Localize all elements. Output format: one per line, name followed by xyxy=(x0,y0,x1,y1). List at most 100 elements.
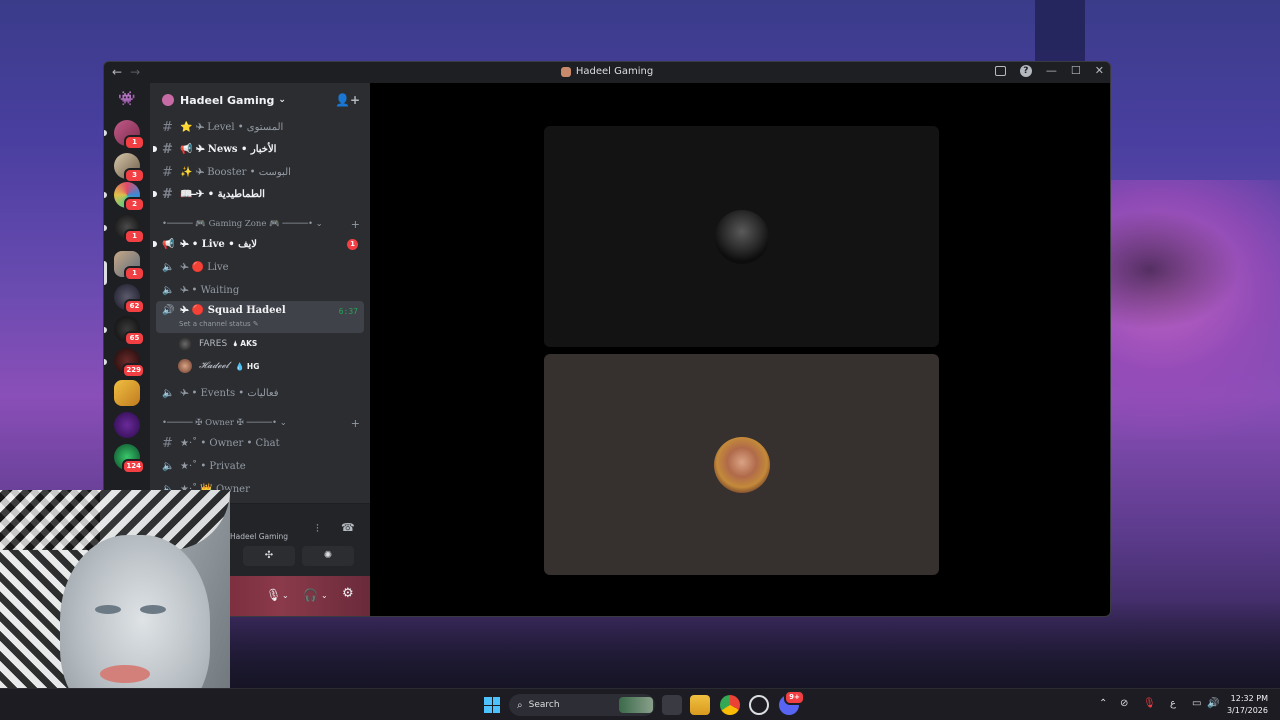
channel-events[interactable]: 🔈 ✈̶ • Events • فعاليات xyxy=(156,383,364,403)
minimize-icon[interactable]: — xyxy=(1046,64,1057,77)
voice-member[interactable]: FARES 🌢 AKS xyxy=(178,335,257,353)
voice-server-name: Hadeel Gaming xyxy=(230,532,289,541)
channel-private[interactable]: 🔈 ★·˚ • Private xyxy=(156,456,364,476)
category-owner[interactable]: •───── ✠ Owner ✠ ─────• ⌄ + xyxy=(162,416,362,430)
plus-icon[interactable]: + xyxy=(351,218,360,231)
channel-label: 📖 ✈̶ • الطماطيدية xyxy=(180,188,265,200)
soundboard-button[interactable]: ✺ xyxy=(302,546,354,566)
discord-taskbar-icon[interactable]: 9+ xyxy=(779,690,805,715)
server-avatar[interactable]: 3 xyxy=(114,153,145,183)
channel-label: ✈̶ • Waiting xyxy=(180,284,240,296)
server-avatar[interactable]: 62 xyxy=(114,284,145,314)
speaker-icon: 🔈 xyxy=(162,460,175,472)
server-avatar[interactable]: 124 xyxy=(114,444,145,474)
plus-icon[interactable]: + xyxy=(351,417,360,430)
chevron-down-icon[interactable]: ⌄ xyxy=(321,591,328,600)
server-avatar[interactable] xyxy=(114,380,140,406)
maximize-icon[interactable]: ☐ xyxy=(1071,64,1081,77)
title-bar: ← → Hadeel Gaming ? — ☐ ✕ xyxy=(104,62,1110,83)
taskbar-search[interactable]: ⌕ Search xyxy=(509,694,655,716)
server-avatar[interactable]: 2 xyxy=(114,182,145,212)
taskbar: ⌕ Search 9+ ⌃ ⊘ 🎙 ع ▭ 🔊 12:32 PM 3/17/20… xyxy=(0,688,1280,720)
channel-label: 📢 ✈̶ News • الأخبار xyxy=(180,143,277,155)
channel-maadiya[interactable]: # 📖 ✈̶ • الطماطيدية xyxy=(153,184,364,204)
close-icon[interactable]: ✕ xyxy=(1095,64,1104,77)
server-avatar[interactable] xyxy=(114,412,140,438)
server-avatar-hadeel-gaming[interactable]: 1 xyxy=(114,251,145,281)
microphone-in-use-icon[interactable]: 🎙 xyxy=(1143,698,1156,709)
notification-badge: 9+ xyxy=(784,690,805,705)
participant-tile[interactable] xyxy=(544,126,939,347)
unread-pip xyxy=(104,225,107,231)
display-icon[interactable]: ▭ xyxy=(1192,698,1201,709)
invite-people-icon[interactable]: 👤+ xyxy=(335,93,360,107)
app-icon[interactable] xyxy=(749,695,769,715)
participant-tile[interactable] xyxy=(544,354,939,575)
network-off-icon[interactable]: ⊘ xyxy=(1120,698,1128,709)
volume-icon[interactable]: 🔊 xyxy=(1207,698,1219,709)
help-icon[interactable]: ? xyxy=(1019,64,1032,77)
channel-label: ✈̶ • Events • فعاليات xyxy=(180,387,279,399)
server-header[interactable]: Hadeel Gaming ⌄ 👤+ xyxy=(150,83,370,117)
language-indicator[interactable]: ع xyxy=(1170,698,1176,709)
mention-badge: 62 xyxy=(124,299,145,314)
clock[interactable]: 12:32 PM 3/17/2026 xyxy=(1222,693,1268,717)
activities-button[interactable]: ✣ xyxy=(243,546,295,566)
microphone-icon[interactable]: 🎙 xyxy=(266,588,281,602)
headphones-icon[interactable]: 🎧 xyxy=(303,588,318,602)
chrome-icon[interactable] xyxy=(720,695,740,715)
channel-owner-chat[interactable]: # ★·˚ • Owner • Chat xyxy=(156,433,364,453)
channel-booster[interactable]: # ✨ ✈̶ Booster • البوست xyxy=(156,162,364,182)
disconnect-icon[interactable]: ☎ xyxy=(341,521,355,534)
category-gaming-zone[interactable]: •───── 🎮 Gaming Zone 🎮 ─────• ⌄ + xyxy=(162,217,362,231)
hash-icon: # xyxy=(162,164,173,180)
discord-home-icon[interactable]: 👾 xyxy=(116,91,138,107)
channel-level[interactable]: # ⭐ ✈̶ Level • المستوى xyxy=(156,117,364,137)
channel-label: ✈̶ 🔴 Squad Hadeel xyxy=(180,305,286,316)
inbox-icon[interactable] xyxy=(994,65,1006,76)
speaker-icon: 🔈 xyxy=(162,387,175,399)
server-avatar[interactable]: 65 xyxy=(114,316,145,346)
eye xyxy=(140,605,166,614)
participant-avatar xyxy=(714,209,769,264)
server-avatar[interactable]: 1 xyxy=(114,120,145,150)
chevron-down-icon[interactable]: ⌄ xyxy=(282,591,289,600)
mention-badge: 1 xyxy=(124,266,145,281)
hash-icon: # xyxy=(162,435,173,451)
channel-live-text[interactable]: 📢 ✈̶ • Live • لايف 1 xyxy=(153,234,364,254)
mention-badge: 2 xyxy=(124,197,145,212)
unread-pip xyxy=(153,191,157,197)
unread-pip xyxy=(104,192,107,198)
channel-label: ✨ ✈̶ Booster • البوست xyxy=(180,166,291,178)
search-highlight-thumb xyxy=(619,697,653,713)
channel-waiting[interactable]: 🔈 ✈̶ • Waiting xyxy=(156,280,364,300)
wallpaper-pillar xyxy=(1035,0,1085,62)
channel-news[interactable]: # 📢 ✈̶ News • الأخبار xyxy=(153,139,364,159)
server-icon xyxy=(560,66,571,77)
unread-pip xyxy=(153,241,157,247)
chevron-up-icon[interactable]: ⌃ xyxy=(1099,698,1107,709)
webcam-overlay xyxy=(0,490,230,720)
unread-pip xyxy=(104,327,107,333)
windows-start-icon[interactable] xyxy=(484,697,500,713)
channel-label: ★·˚ • Owner • Chat xyxy=(180,437,280,449)
discord-window: ← → Hadeel Gaming ? — ☐ ✕ 👾 1 3 2 1 1 62… xyxy=(103,61,1111,617)
speaker-icon: 🔈 xyxy=(162,261,175,273)
file-explorer-icon[interactable] xyxy=(690,695,710,715)
chevron-down-icon: ⌄ xyxy=(278,95,286,105)
server-avatar[interactable]: 229 xyxy=(114,348,145,378)
task-view-icon[interactable] xyxy=(662,695,682,715)
settings-gear-icon[interactable]: ⚙ xyxy=(342,586,354,601)
noise-suppression-icon[interactable]: ⫶ xyxy=(316,522,319,536)
mention-badge: 65 xyxy=(124,331,145,346)
category-label: •───── 🎮 Gaming Zone 🎮 ─────• ⌄ xyxy=(162,219,323,229)
server-avatar[interactable]: 1 xyxy=(114,214,145,244)
channel-live-voice[interactable]: 🔈 ✈̶ 🔴 Live xyxy=(156,257,364,277)
channel-squad-hadeel[interactable]: 🔊 ✈̶ 🔴 Squad Hadeel 6:37 Set a channel stat… xyxy=(156,301,364,333)
channel-label: ★·˚ • Private xyxy=(180,460,246,472)
channel-status-link[interactable]: Set a channel status ✎ xyxy=(179,320,259,328)
search-label: Search xyxy=(528,700,560,710)
voice-member[interactable]: 𝓗𝓪𝓭𝓮𝓮𝓵 💧 HG xyxy=(178,357,259,375)
clock-time: 12:32 PM xyxy=(1230,694,1268,703)
unread-pip xyxy=(153,146,157,152)
